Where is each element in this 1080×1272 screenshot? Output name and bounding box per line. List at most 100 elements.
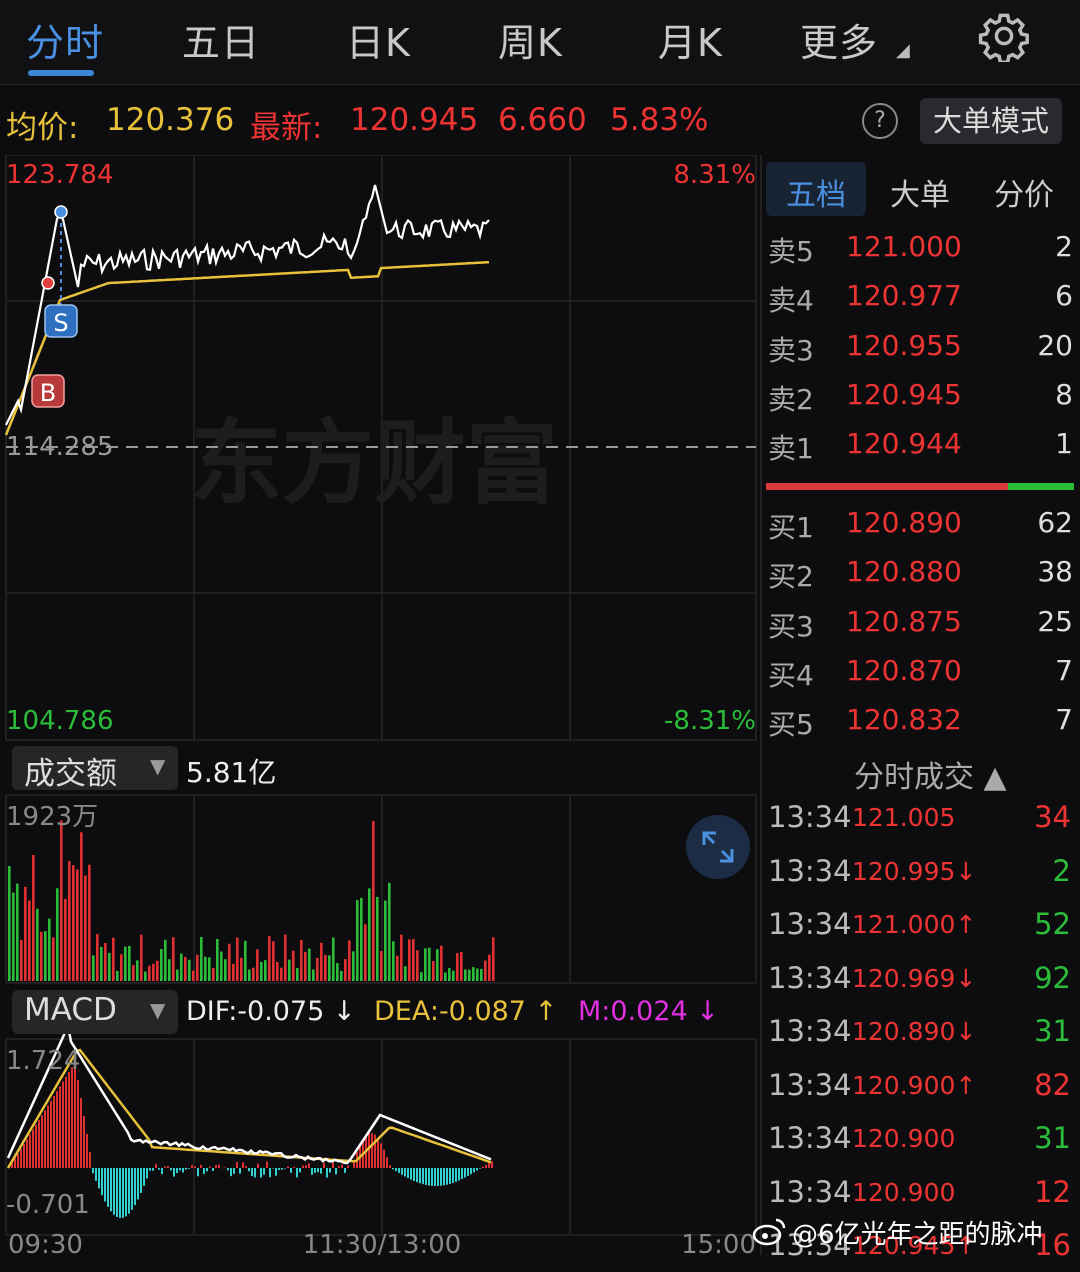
macd-bar xyxy=(89,1152,91,1168)
macd-bar xyxy=(488,1163,490,1168)
volume-bar xyxy=(272,941,275,981)
more-caret-icon: ◢ xyxy=(896,40,910,61)
tab-big-order[interactable]: 大单 xyxy=(890,170,950,214)
macd-bar xyxy=(302,1165,304,1168)
bid-volume: 25 xyxy=(1037,605,1073,638)
macd-bar xyxy=(164,1167,166,1168)
macd-bar xyxy=(305,1165,307,1168)
macd-bar xyxy=(482,1167,484,1168)
volume-bars xyxy=(8,820,495,981)
macd-bar xyxy=(152,1168,154,1171)
tab-daily-k[interactable]: 日K xyxy=(346,12,411,67)
expand-icon xyxy=(686,815,750,879)
macd-bar xyxy=(41,1115,43,1168)
gear-icon[interactable] xyxy=(978,10,1030,62)
volume-bar xyxy=(276,962,279,981)
macd-bar xyxy=(467,1168,469,1176)
bid-level-label: 买2 xyxy=(768,555,814,595)
volume-bar xyxy=(100,947,103,981)
ask-level-label: 卖5 xyxy=(768,230,814,270)
macd-bar xyxy=(233,1168,235,1174)
volume-bar xyxy=(152,964,155,981)
price-line xyxy=(6,185,489,425)
volume-bar xyxy=(240,958,243,981)
trade-price: 120.969↓ xyxy=(852,964,976,993)
macd-bar xyxy=(71,1067,73,1168)
trade-row: 13:34120.969↓92 xyxy=(768,961,1073,1005)
macd-bar xyxy=(392,1168,394,1169)
volume-bar xyxy=(428,948,431,981)
macd-bar xyxy=(134,1168,136,1205)
trade-price: 120.900 xyxy=(852,1124,955,1153)
volume-select-value: 成交额 xyxy=(24,748,117,793)
bid-level-label: 买5 xyxy=(768,703,814,743)
volume-bar xyxy=(48,919,51,981)
volume-max-label: 1923万 xyxy=(6,802,98,832)
volume-bar xyxy=(432,961,435,981)
macd-bottom-label: -0.701 xyxy=(6,1190,90,1220)
volume-bar xyxy=(200,937,203,981)
macd-bar xyxy=(212,1168,214,1171)
top-pct-label: 8.31% xyxy=(673,160,756,190)
tab-weekly-k[interactable]: 周K xyxy=(498,12,563,67)
macd-bar xyxy=(455,1168,457,1182)
expand-chart-button[interactable] xyxy=(686,815,750,879)
macd-bar xyxy=(398,1168,400,1173)
ask-price: 120.945 xyxy=(846,378,962,411)
volume-bar xyxy=(488,955,491,981)
macd-bar xyxy=(191,1165,193,1168)
bottom-pct-label: -8.31% xyxy=(664,706,756,736)
tab-five-day[interactable]: 五日 xyxy=(182,12,260,67)
macd-bar xyxy=(116,1168,118,1217)
volume-bar xyxy=(280,968,283,981)
macd-bar xyxy=(56,1091,58,1168)
macd-bar xyxy=(236,1162,238,1168)
ask-level-label: 卖2 xyxy=(768,378,814,418)
macd-bar xyxy=(464,1168,466,1178)
trade-row: 13:34120.90031 xyxy=(768,1121,1073,1165)
macd-bar xyxy=(266,1162,268,1168)
macd-bar xyxy=(449,1168,451,1184)
volume-bar xyxy=(120,954,123,981)
volume-bar xyxy=(420,972,423,981)
macd-bar xyxy=(308,1163,310,1168)
tab-price-dist[interactable]: 分价 xyxy=(994,170,1054,214)
macd-dea: DEA:-0.087 ↑ xyxy=(374,996,557,1027)
bigorder-mode-button[interactable]: 大单模式 xyxy=(920,98,1062,144)
macd-bar xyxy=(422,1168,424,1184)
macd-bar xyxy=(65,1077,67,1168)
volume-bar xyxy=(408,939,411,981)
macd-bar xyxy=(410,1168,412,1180)
macd-bar xyxy=(389,1165,391,1168)
macd-bar xyxy=(377,1138,379,1168)
tab-more[interactable]: 更多 xyxy=(800,12,878,67)
macd-bar xyxy=(110,1168,112,1211)
weibo-icon xyxy=(752,1216,788,1246)
volume-bar xyxy=(484,961,487,981)
macd-indicator-select[interactable]: MACD ▼ xyxy=(12,990,178,1034)
bid-level-label: 买3 xyxy=(768,605,814,645)
volume-bar xyxy=(316,958,319,981)
tab-intraday[interactable]: 分时 xyxy=(26,12,104,67)
bid-price: 120.880 xyxy=(846,555,962,588)
macd-bar xyxy=(32,1130,34,1168)
trade-row: 13:34120.890↓31 xyxy=(768,1014,1073,1058)
macd-bar xyxy=(167,1166,169,1168)
ask-price: 120.955 xyxy=(846,329,962,362)
tab-monthly-k[interactable]: 月K xyxy=(658,12,723,67)
buy-point-dot xyxy=(42,277,54,289)
tab-five-level[interactable]: 五档 xyxy=(786,170,846,214)
ask-level-label: 卖3 xyxy=(768,329,814,369)
macd-bar xyxy=(26,1139,28,1168)
macd-bar xyxy=(170,1168,172,1170)
volume-bar xyxy=(380,951,383,981)
trade-row: 13:34120.995↓2 xyxy=(768,854,1073,898)
volume-indicator-select[interactable]: 成交额 ▼ xyxy=(12,746,178,790)
help-icon[interactable]: ? xyxy=(862,103,898,139)
volume-bar xyxy=(492,937,495,981)
bid-volume: 62 xyxy=(1037,506,1073,539)
macd-bar xyxy=(440,1168,442,1186)
chevron-down-icon: ▼ xyxy=(150,754,165,778)
trades-title[interactable]: 分时成交 ▲ xyxy=(854,752,1007,796)
ask-row: 卖3120.95520 xyxy=(768,329,1073,369)
